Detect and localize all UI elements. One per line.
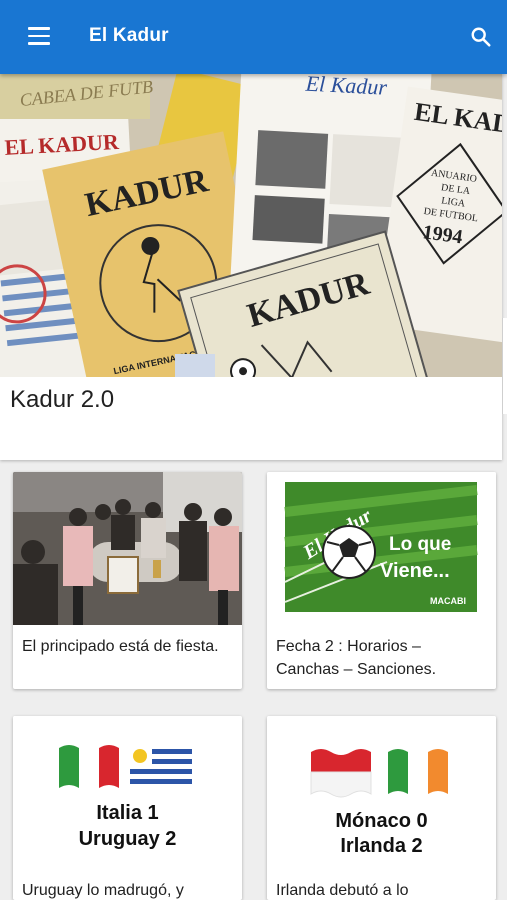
search-icon[interactable]	[470, 26, 492, 48]
score-line: Uruguay 2	[78, 828, 177, 850]
score-line: Italia 1	[96, 802, 159, 824]
cover-top-title: El Kadur	[304, 74, 388, 100]
score-line: Mónaco 0	[335, 810, 428, 832]
post-thumbnail[interactable]	[13, 472, 242, 625]
featured-post-title[interactable]: Kadur 2.0	[10, 386, 114, 414]
featured-post-image[interactable]: EL KADUR CABEA DE FUTB KADUR LIGA INTERN…	[0, 74, 502, 377]
post-thumbnail[interactable]: Mónaco 0 Irlanda 2	[267, 716, 496, 869]
hamburger-menu-icon[interactable]	[28, 27, 50, 45]
post-card[interactable]: El Kadur Lo que Viene... MACABI Fecha 2 …	[267, 472, 496, 689]
post-card[interactable]: El principado está de fiesta.	[13, 472, 242, 689]
post-title[interactable]: Fecha 2 : Horarios – Canchas – Sanciones…	[267, 625, 496, 681]
post-thumbnail[interactable]: Italia 1 Uruguay 2	[13, 716, 242, 869]
app-title: El Kadur	[89, 25, 169, 46]
score-line: Irlanda 2	[340, 835, 423, 857]
logo-text: MACABI	[430, 596, 466, 606]
headline-line-1: Lo que	[389, 534, 451, 555]
scroll-edge	[502, 318, 507, 414]
post-title[interactable]: Uruguay lo madrugó, y	[13, 869, 242, 900]
featured-post-card[interactable]: EL KADUR CABEA DE FUTB KADUR LIGA INTERN…	[0, 74, 502, 460]
post-card[interactable]: Mónaco 0 Irlanda 2 Irlanda debutó a lo	[267, 716, 496, 900]
post-card[interactable]: Italia 1 Uruguay 2 Uruguay lo madrugó, y	[13, 716, 242, 900]
post-thumbnail[interactable]: El Kadur Lo que Viene... MACABI	[267, 472, 496, 625]
post-title[interactable]: El principado está de fiesta.	[13, 625, 242, 658]
post-title[interactable]: Irlanda debutó a lo	[267, 869, 496, 900]
headline-line-2: Viene...	[380, 560, 450, 582]
app-bar: El Kadur	[0, 0, 507, 74]
